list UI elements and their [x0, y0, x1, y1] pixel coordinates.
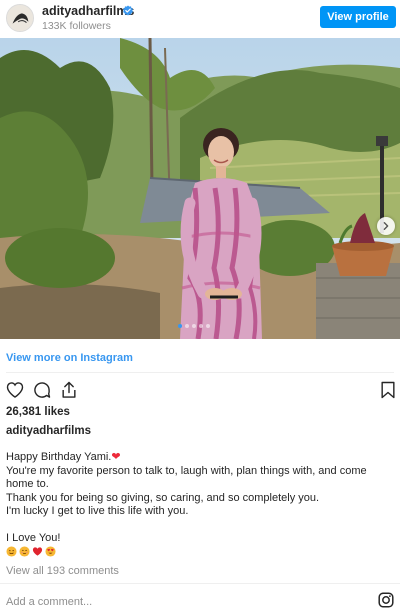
emoji-row — [6, 546, 56, 557]
carousel-dot — [206, 324, 210, 328]
red-heart-icon — [32, 546, 43, 557]
carousel-dot — [192, 324, 196, 328]
post-photo[interactable] — [0, 38, 400, 339]
caption-line: Happy Birthday Yami. — [6, 451, 112, 463]
post-caption: Happy Birthday Yami.❤ You're my favorite… — [6, 451, 392, 546]
caption-username[interactable]: adityadharfilms — [6, 425, 91, 437]
divider — [6, 372, 394, 373]
blushing-face-icon — [19, 546, 30, 557]
carousel-dot — [185, 324, 189, 328]
caption-line: I'm lucky I get to live this life with y… — [6, 505, 189, 517]
add-comment-input[interactable]: Add a comment... — [6, 596, 92, 608]
view-all-comments-link[interactable]: View all 193 comments — [6, 565, 119, 577]
verified-badge-icon — [122, 4, 134, 16]
smiling-face-icon — [6, 546, 17, 557]
view-more-on-instagram-link[interactable]: View more on Instagram — [6, 352, 133, 364]
chevron-right-icon — [383, 222, 389, 230]
carousel-next-button[interactable] — [377, 217, 395, 235]
avatar[interactable] — [6, 4, 34, 32]
divider — [0, 583, 400, 584]
heart-icon[interactable] — [5, 380, 25, 400]
view-profile-button[interactable]: View profile — [320, 6, 396, 28]
carousel-dot — [178, 324, 182, 328]
caption-line: You're my favorite person to talk to, la… — [6, 464, 367, 491]
bookmark-icon[interactable] — [378, 380, 398, 400]
instagram-embed-card: adityadharfilms 133K followers View prof… — [0, 0, 400, 612]
caption-line: Thank you for being so giving, so caring… — [6, 491, 320, 504]
carousel-dot — [199, 324, 203, 328]
red-heart-emoji-icon: ❤ — [111, 451, 121, 463]
like-count[interactable]: 26,381 likes — [6, 406, 70, 418]
caption-line: I Love You! — [6, 532, 61, 544]
instagram-logo-icon[interactable] — [378, 592, 394, 608]
follower-count: 133K followers — [42, 20, 111, 32]
comment-icon[interactable] — [32, 380, 52, 400]
carousel-indicator — [178, 324, 210, 328]
header-username[interactable]: adityadharfilms — [42, 4, 134, 18]
share-icon[interactable] — [59, 380, 79, 400]
heart-eyes-face-icon — [45, 546, 56, 557]
post-header: adityadharfilms 133K followers View prof… — [0, 0, 400, 36]
